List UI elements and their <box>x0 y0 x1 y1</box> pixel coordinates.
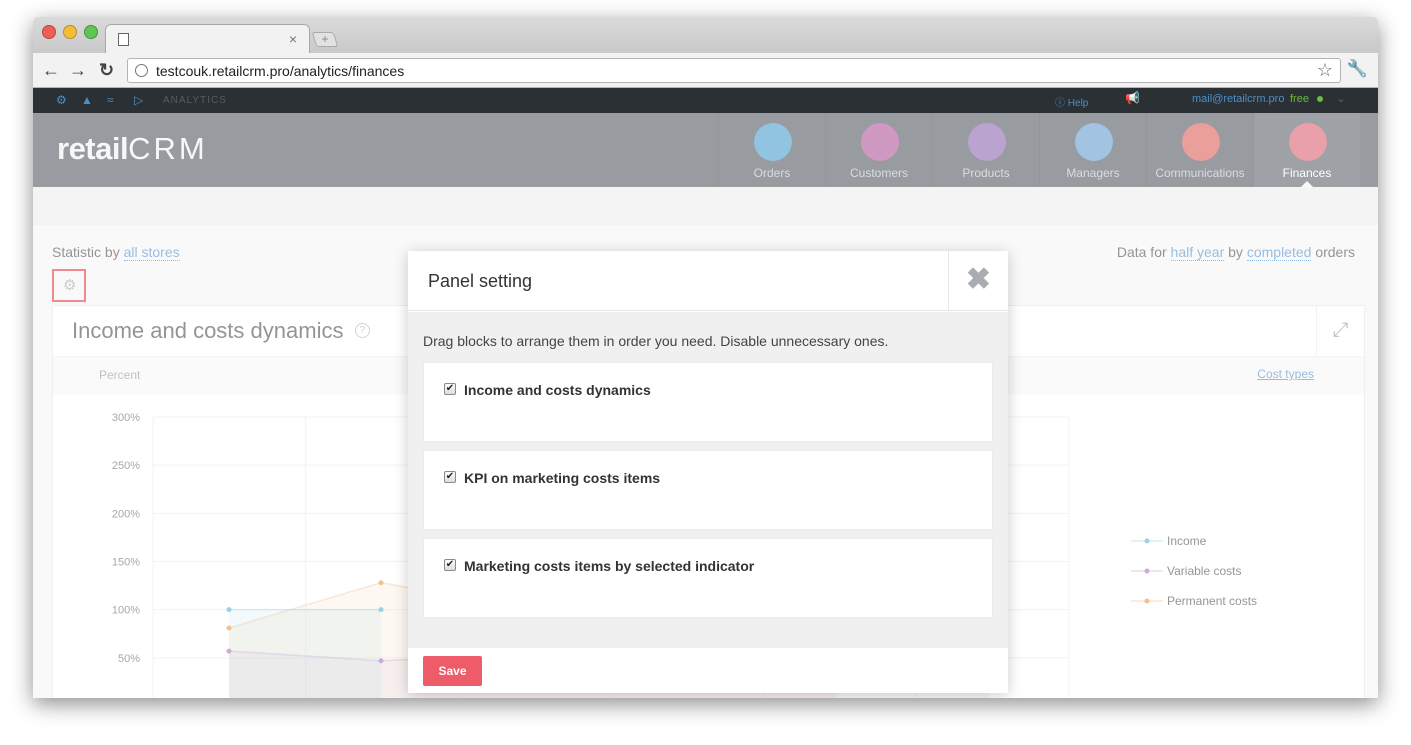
minimize-window-button[interactable] <box>63 25 77 39</box>
question-icon: ⓘ <box>1055 98 1068 109</box>
block-marketing-costs-by-indicator[interactable]: ✔ Marketing costs items by selected indi… <box>423 538 993 618</box>
reload-icon[interactable]: ↻ <box>99 60 114 80</box>
new-tab-button[interactable]: + <box>311 32 339 47</box>
modal-instructions: Drag blocks to arrange them in order you… <box>423 333 889 349</box>
megaphone-icon[interactable]: 📢 <box>1125 91 1140 105</box>
address-bar[interactable]: testcouk.retailcrm.pro/analytics/finance… <box>127 58 1341 83</box>
plan-label: free <box>1290 93 1309 105</box>
close-icon[interactable]: ✖ <box>948 251 1008 311</box>
cart-icon[interactable]: ▲ <box>81 93 93 107</box>
block-kpi-marketing-costs[interactable]: ✔ KPI on marketing costs items <box>423 450 993 530</box>
modal-body: Drag blocks to arrange them in order you… <box>408 312 1008 648</box>
back-arrow-icon[interactable]: ← <box>42 60 60 80</box>
forward-arrow-icon[interactable]: → <box>69 60 87 80</box>
modal-header: Panel setting ✖ <box>408 251 1008 311</box>
play-icon[interactable]: ▷ <box>134 93 143 107</box>
zoom-window-button[interactable] <box>84 25 98 39</box>
status-dot <box>1317 96 1323 102</box>
browser-tab[interactable]: × <box>105 24 310 54</box>
modal-footer: Save <box>408 648 1008 693</box>
browser-navbar: ← → ↻ testcouk.retailcrm.pro/analytics/f… <box>33 53 1378 88</box>
plus-icon: + <box>321 32 329 46</box>
panel-setting-modal: Panel setting ✖ Drag blocks to arrange t… <box>408 251 1008 693</box>
save-button[interactable]: Save <box>423 656 482 686</box>
block-label: KPI on marketing costs items <box>464 470 661 486</box>
browser-window: × + ← → ↻ testcouk.retailcrm.pro/analyti… <box>33 17 1378 698</box>
account-email[interactable]: mail@retailcrm.pro <box>1192 93 1284 105</box>
url-text: testcouk.retailcrm.pro/analytics/finance… <box>156 63 405 79</box>
crm-app: ⚙ ▲ ≈ ▷ ANALYTICS ⓘ Help 📢 mail@retailcr… <box>33 88 1378 698</box>
help-link[interactable]: ⓘ Help <box>1055 94 1088 109</box>
close-window-button[interactable] <box>42 25 56 39</box>
wrench-icon[interactable]: 🔧 <box>1347 59 1368 79</box>
browser-titlebar: × + <box>33 17 1378 54</box>
block-label: Marketing costs items by selected indica… <box>464 558 755 574</box>
analytics-chart-icon[interactable]: ≈ <box>107 93 114 107</box>
block-label: Income and costs dynamics <box>464 382 651 398</box>
page-icon <box>118 33 129 46</box>
tab-close-icon[interactable]: × <box>289 31 297 47</box>
help-label: Help <box>1067 98 1089 109</box>
block-checkbox[interactable]: ✔ <box>444 383 456 395</box>
block-checkbox[interactable]: ✔ <box>444 471 456 483</box>
top-strip: ⚙ ▲ ≈ ▷ ANALYTICS ⓘ Help 📢 mail@retailcr… <box>33 88 1378 113</box>
block-checkbox[interactable]: ✔ <box>444 559 456 571</box>
modal-title: Panel setting <box>428 271 533 291</box>
globe-icon <box>135 64 148 77</box>
block-income-costs-dynamics[interactable]: ✔ Income and costs dynamics <box>423 362 993 442</box>
settings-gear-icon[interactable]: ⚙ <box>56 93 67 107</box>
section-label: ANALYTICS <box>163 95 227 106</box>
bookmark-star-icon[interactable]: ☆ <box>1317 60 1333 81</box>
chevron-down-icon[interactable]: ⌄ <box>1336 91 1346 105</box>
